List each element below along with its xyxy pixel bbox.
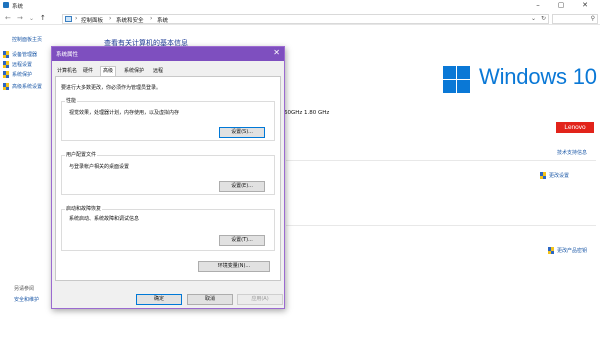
uac-shield-icon: [548, 247, 554, 254]
windows-edition-text: Windows 10: [479, 64, 597, 89]
section-divider: [286, 225, 596, 226]
sidebar-item-label: 设备管理器: [12, 52, 38, 58]
breadcrumb-system[interactable]: 系统: [157, 16, 168, 24]
breadcrumb-system-security[interactable]: 系统和安全: [116, 16, 144, 24]
performance-title: 性能: [65, 97, 78, 104]
system-app-icon: [3, 2, 9, 8]
tab-hardware[interactable]: 硬件: [81, 67, 95, 76]
tab-remote[interactable]: 远程: [151, 67, 165, 76]
see-also-heading: 另请参阅: [14, 286, 35, 292]
sidebar-item-advanced-system-settings[interactable]: 高级系统设置: [3, 83, 42, 90]
recent-locations-button[interactable]: ⌄: [29, 14, 34, 23]
system-properties-dialog: 系统属性 ✕ 计算机名 硬件 高级 系统保护 远程 要进行大多数更改，你必须作为…: [51, 46, 285, 309]
address-dropdown-icon[interactable]: ⌄: [531, 15, 536, 22]
tab-computer-name[interactable]: 计算机名: [55, 67, 79, 76]
security-maintenance-link[interactable]: 安全和维护: [14, 296, 39, 303]
performance-settings-button[interactable]: 设置(S)...: [219, 127, 265, 138]
address-bar-row: ← → ⌄ ↑ › 控制面板 › 系统和安全 › 系统 ⌄ ↻ ⚲: [0, 12, 600, 25]
ok-button[interactable]: 确定: [136, 294, 182, 305]
control-panel-icon: [65, 16, 72, 22]
user-profiles-settings-button[interactable]: 设置(E)...: [219, 181, 265, 192]
startup-recovery-settings-button[interactable]: 设置(T)...: [219, 235, 265, 246]
breadcrumb-control-panel[interactable]: 控制面板: [81, 16, 103, 24]
control-panel-home-link[interactable]: 控制面板主页: [12, 36, 42, 43]
sidebar-item-remote-settings[interactable]: 远程设置: [3, 61, 32, 68]
sidebar-item-label: 高级系统设置: [12, 84, 43, 90]
sidebar-item-label: 系统保护: [12, 72, 33, 78]
search-icon: ⚲: [590, 15, 595, 22]
section-divider: [286, 160, 596, 161]
change-product-key-label: 更改产品密钥: [557, 248, 588, 254]
sidebar-item-device-manager[interactable]: 设备管理器: [3, 51, 37, 58]
uac-shield-icon: [540, 172, 546, 179]
sidebar-item-label: 远程设置: [12, 62, 33, 68]
dialog-close-button[interactable]: ✕: [273, 48, 280, 57]
admin-required-note: 要进行大多数更改，你必须作为管理员登录。: [61, 85, 162, 91]
breadcrumb-separator: ›: [150, 15, 153, 22]
support-info-link[interactable]: 技术支持信息: [557, 149, 587, 156]
change-product-key-link[interactable]: 更改产品密钥: [548, 247, 587, 254]
cancel-button[interactable]: 取消: [187, 294, 233, 305]
address-field[interactable]: › 控制面板 › 系统和安全 › 系统 ⌄ ↻: [62, 14, 549, 24]
uac-shield-icon: [3, 83, 9, 90]
minimize-button[interactable]: –: [529, 0, 547, 12]
windows-logo-icon: [443, 66, 470, 93]
forward-button[interactable]: →: [17, 14, 23, 23]
maximize-button[interactable]: ▢: [552, 0, 570, 12]
apply-button[interactable]: 应用(A): [237, 294, 283, 305]
dialog-titlebar[interactable]: 系统属性 ✕: [52, 47, 284, 61]
window-title: 系统: [12, 4, 24, 10]
uac-shield-icon: [3, 51, 9, 58]
window-titlebar: 系统 – ▢ ✕: [0, 0, 600, 12]
search-input[interactable]: ⚲: [552, 14, 598, 24]
back-button[interactable]: ←: [5, 14, 11, 23]
user-profiles-description: 与登录帐户相关的桌面设置: [69, 164, 130, 170]
dialog-title: 系统属性: [56, 52, 79, 58]
change-settings-link[interactable]: 更改设置: [540, 172, 569, 179]
close-button[interactable]: ✕: [576, 0, 594, 12]
tab-system-protection[interactable]: 系统保护: [122, 67, 146, 76]
manufacturer-logo: Lenovo: [556, 122, 594, 133]
startup-recovery-description: 系统启动、系统故障和调试信息: [69, 216, 140, 222]
performance-description: 视觉效果，处理器计划，内存使用，以及虚拟内存: [69, 110, 180, 116]
uac-shield-icon: [3, 71, 9, 78]
refresh-icon[interactable]: ↻: [541, 15, 546, 22]
sidebar-item-system-protection[interactable]: 系统保护: [3, 71, 32, 78]
startup-recovery-title: 启动和故障恢复: [65, 205, 103, 212]
processor-frequency: 60GHz 1.80 GHz: [284, 110, 330, 116]
user-profiles-title: 用户配置文件: [65, 151, 98, 158]
change-settings-label: 更改设置: [549, 173, 570, 179]
breadcrumb-separator: ›: [75, 15, 78, 22]
uac-shield-icon: [3, 61, 9, 68]
environment-variables-button[interactable]: 环境变量(N)...: [198, 261, 270, 272]
breadcrumb-separator: ›: [109, 15, 112, 22]
up-button[interactable]: ↑: [40, 14, 46, 23]
